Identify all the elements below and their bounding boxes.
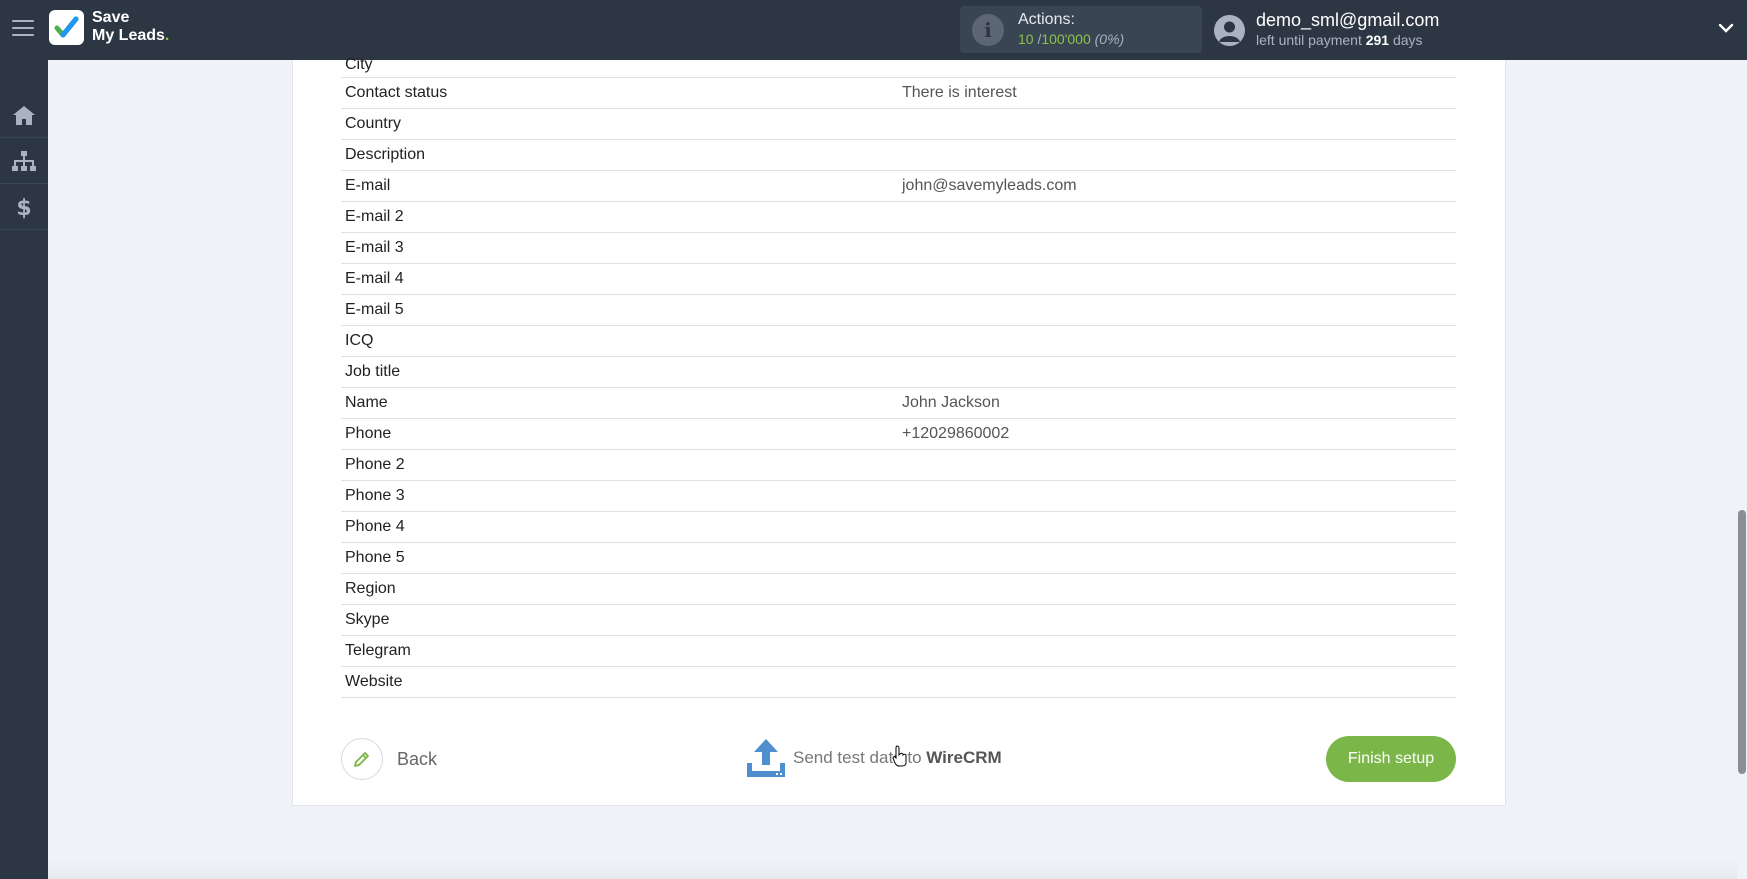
sidebar-item-connections[interactable]: [0, 138, 48, 184]
sidebar-item-billing[interactable]: $: [0, 184, 48, 230]
upload-icon: [747, 739, 785, 777]
table-row: Name John Jackson: [341, 388, 1456, 419]
payment-days: 291: [1365, 32, 1390, 48]
table-row: Skype: [341, 605, 1456, 636]
actions-counter: i Actions: 10 /100'000 (0%): [960, 6, 1202, 53]
field-name: ICQ: [345, 332, 374, 349]
bottom-shade: [48, 860, 1737, 879]
field-name: Description: [345, 146, 426, 163]
info-icon: i: [972, 14, 1004, 46]
fields-table: City Contact status There is interest Count…: [341, 56, 1456, 698]
field-name: Contact status: [345, 84, 448, 101]
table-row: ICQ: [341, 326, 1456, 357]
logo-line-2-wrap: My Leads.: [92, 27, 169, 45]
table-row: E-mail john@savemyleads.com: [341, 171, 1456, 202]
table-row: Region: [341, 574, 1456, 605]
field-name: Phone 2: [345, 456, 405, 473]
table-row: E-mail 2: [341, 202, 1456, 233]
table-row: Country: [341, 109, 1456, 140]
field-name: City: [345, 56, 373, 73]
field-value: There is interest: [902, 84, 1017, 101]
table-row: Contact status There is interest: [341, 78, 1456, 109]
table-row: Phone 4: [341, 512, 1456, 543]
logo-icon[interactable]: [49, 10, 84, 45]
table-row: E-mail 5: [341, 295, 1456, 326]
field-name: Telegram: [345, 642, 411, 659]
table-row: Website: [341, 667, 1456, 698]
home-icon: [13, 105, 35, 125]
field-name: Phone 4: [345, 518, 405, 535]
hand-cursor-icon: [892, 745, 907, 767]
table-row: Phone 3: [341, 481, 1456, 512]
payment-suffix: days: [1389, 32, 1423, 48]
finish-setup-button[interactable]: Finish setup: [1326, 736, 1456, 782]
field-name: Website: [345, 673, 403, 690]
table-row: E-mail 3: [341, 233, 1456, 264]
field-value: John Jackson: [902, 394, 1000, 411]
send-test-data-button[interactable]: Send test data to WireCRM: [745, 736, 1002, 780]
logo-line-2: My Leads: [92, 27, 165, 44]
field-name: Country: [345, 115, 402, 132]
actions-label: Actions:: [1018, 11, 1075, 28]
back-label: Back: [397, 748, 438, 769]
field-value: john@savemyleads.com: [902, 177, 1077, 194]
field-name: E-mail 2: [345, 208, 404, 225]
field-name: E-mail 4: [345, 270, 404, 287]
sitemap-icon: [12, 150, 36, 171]
table-row: Phone 2: [341, 450, 1456, 481]
svg-text:$: $: [16, 196, 31, 219]
test-data-card: City Contact status There is interest Count…: [292, 56, 1506, 806]
hamburger-menu-icon[interactable]: [12, 20, 34, 38]
pencil-icon: [354, 752, 369, 767]
table-row: Job title: [341, 357, 1456, 388]
field-name: Job title: [345, 363, 401, 380]
payment-status: left until payment 291 days: [1256, 32, 1423, 48]
table-row: Phone 5: [341, 543, 1456, 574]
field-name: Phone: [345, 425, 392, 442]
logo-dot: .: [164, 27, 170, 44]
actions-used: 10: [1018, 31, 1034, 47]
payment-prefix: left until payment: [1256, 32, 1366, 48]
field-name: Skype: [345, 611, 390, 628]
chevron-down-icon[interactable]: [1716, 18, 1736, 38]
dollar-icon: $: [16, 196, 31, 219]
field-name: Phone 3: [345, 487, 405, 504]
table-row: City: [341, 56, 1456, 78]
actions-percent: (0%): [1094, 31, 1125, 47]
back-button[interactable]: Back: [341, 738, 437, 780]
field-name: E-mail 3: [345, 239, 404, 256]
logo-text[interactable]: Save My Leads.: [92, 9, 169, 45]
user-email[interactable]: demo_sml@gmail.com: [1256, 10, 1439, 31]
field-name: E-mail 5: [345, 301, 404, 318]
table-row: Phone +12029860002: [341, 419, 1456, 450]
logo-line-1: Save: [92, 9, 130, 26]
actions-values: 10 /100'000 (0%): [1018, 31, 1124, 47]
field-name: E-mail: [345, 177, 391, 194]
table-row: Description: [341, 140, 1456, 171]
back-circle: [341, 738, 383, 780]
actions-limit: 100'000: [1041, 31, 1091, 47]
field-name: Region: [345, 580, 396, 597]
table-row: Telegram: [341, 636, 1456, 667]
top-bar: Save My Leads. i Actions: 10 /100'000 (0…: [0, 0, 1747, 60]
field-name: Phone 5: [345, 549, 405, 566]
user-avatar-icon[interactable]: [1214, 15, 1245, 46]
send-test-target: WireCRM: [926, 748, 1002, 767]
scrollbar-thumb[interactable]: [1738, 510, 1746, 774]
table-row: E-mail 4: [341, 264, 1456, 295]
sidebar: $: [0, 60, 48, 879]
field-name: Name: [345, 394, 388, 411]
sidebar-item-home[interactable]: [0, 92, 48, 138]
field-value: +12029860002: [902, 425, 1010, 442]
